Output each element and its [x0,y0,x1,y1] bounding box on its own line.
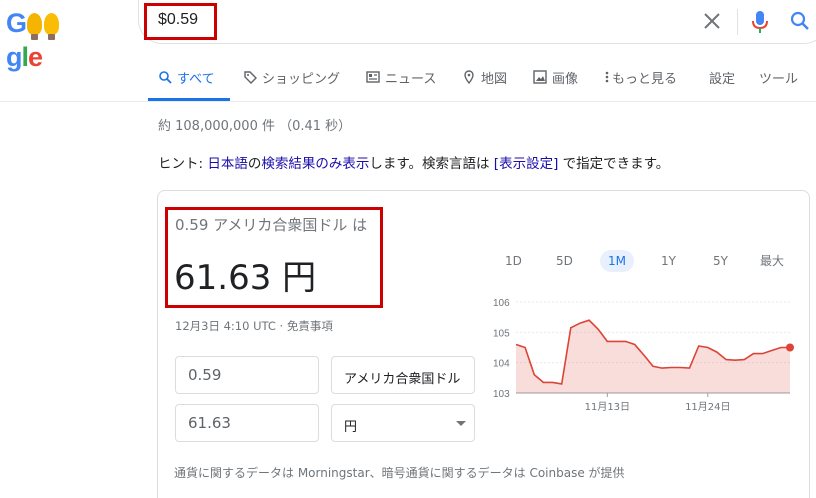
google-logo[interactable]: Ggle [6,6,94,72]
tab-label: 設定 [709,72,736,87]
image-icon [533,70,547,84]
news-icon [366,71,380,83]
tab-maps[interactable]: 地図 [462,68,507,102]
to-currency-select[interactable]: 円 [331,404,475,442]
logo-letter-g: G [6,8,27,38]
more-vert-icon [605,71,609,83]
x-tick-label: 11月24日 [685,401,730,413]
to-amount-input[interactable]: 61.63 [175,404,319,442]
range-5d[interactable]: 5D [548,250,581,272]
x-tick-label: 11月13日 [585,401,630,413]
range-1y[interactable]: 1Y [653,250,684,272]
chart-end-point [786,343,794,352]
conversion-label: 0.59 アメリカ合衆国ドル は [175,216,368,234]
clear-icon[interactable] [702,11,722,31]
tab-label: 画像 [552,72,579,87]
language-hint: ヒント: 日本語の検索結果のみ表示します。検索言語は [表示設定] で指定できま… [158,152,669,172]
from-amount-input[interactable]: 0.59 [175,356,319,394]
y-tick-label: 106 [493,298,510,309]
lightbulb-icon [44,13,60,40]
tab-images[interactable]: 画像 [533,68,578,102]
display-settings-link[interactable]: [表示設定] [494,156,559,172]
tab-all[interactable]: すべて [158,68,215,102]
range-1d[interactable]: 1D [497,250,530,272]
header-divider [0,101,816,102]
data-source-footnote: 通貨に関するデータは Morningstar、暗号通貨に関するデータは Coin… [174,466,625,480]
y-tick-label: 105 [493,328,510,339]
range-1m[interactable]: 1M [600,250,634,272]
to-currency-value: 円 [344,420,358,435]
japanese-link[interactable]: 日本語 [207,156,248,172]
search-icon[interactable] [789,10,811,32]
lightbulb-icon [27,13,43,40]
result-stats: 約 108,000,000 件 （0.41 秒） [158,119,352,134]
y-tick-label: 104 [493,359,510,370]
tab-settings[interactable]: 設定 [709,68,735,102]
tab-more[interactable]: もっと見る [604,68,677,102]
tab-shopping[interactable]: ショッピング [243,68,340,102]
tab-news[interactable]: ニュース [366,68,436,102]
tag-icon [244,71,257,84]
tab-label: ツール [759,72,799,87]
hint-prefix: ヒント: [158,156,208,172]
exchange-rate-chart[interactable]: 103 104 105 106 11月13日 11月24日 [486,290,802,415]
conversion-result: 61.63 円 [174,258,317,298]
tab-label: すべて [177,72,215,87]
logo-letter-e: e [28,42,43,72]
conversion-timestamp[interactable]: 12月3日 4:10 UTC · 免責事項 [175,318,333,334]
results-only-link[interactable]: 検索結果のみ表示 [261,156,369,172]
search-icon [159,71,172,84]
search-input[interactable]: $0.59 [158,11,198,29]
tab-tools[interactable]: ツール [759,68,798,102]
microphone-icon[interactable] [751,10,769,34]
logo-letter-g: g [6,42,22,72]
search-divider [737,9,738,35]
hint-text: で指定できます。 [558,156,670,172]
chevron-down-icon [456,421,466,426]
range-max[interactable]: 最大 [752,250,792,272]
range-5y[interactable]: 5Y [705,250,736,272]
from-currency-value: アメリカ合衆国ドル [344,372,461,387]
y-tick-label: 103 [493,389,510,400]
from-currency-select[interactable]: アメリカ合衆国ドル [331,356,475,394]
hint-text: します。検索言語は [369,156,494,172]
tab-label: 地図 [481,72,508,87]
tab-label: ショッピング [262,72,341,87]
tab-label: ニュース [385,72,437,87]
map-pin-icon [464,70,474,84]
tab-label: もっと見る [612,72,678,87]
hint-text: の [247,156,262,172]
